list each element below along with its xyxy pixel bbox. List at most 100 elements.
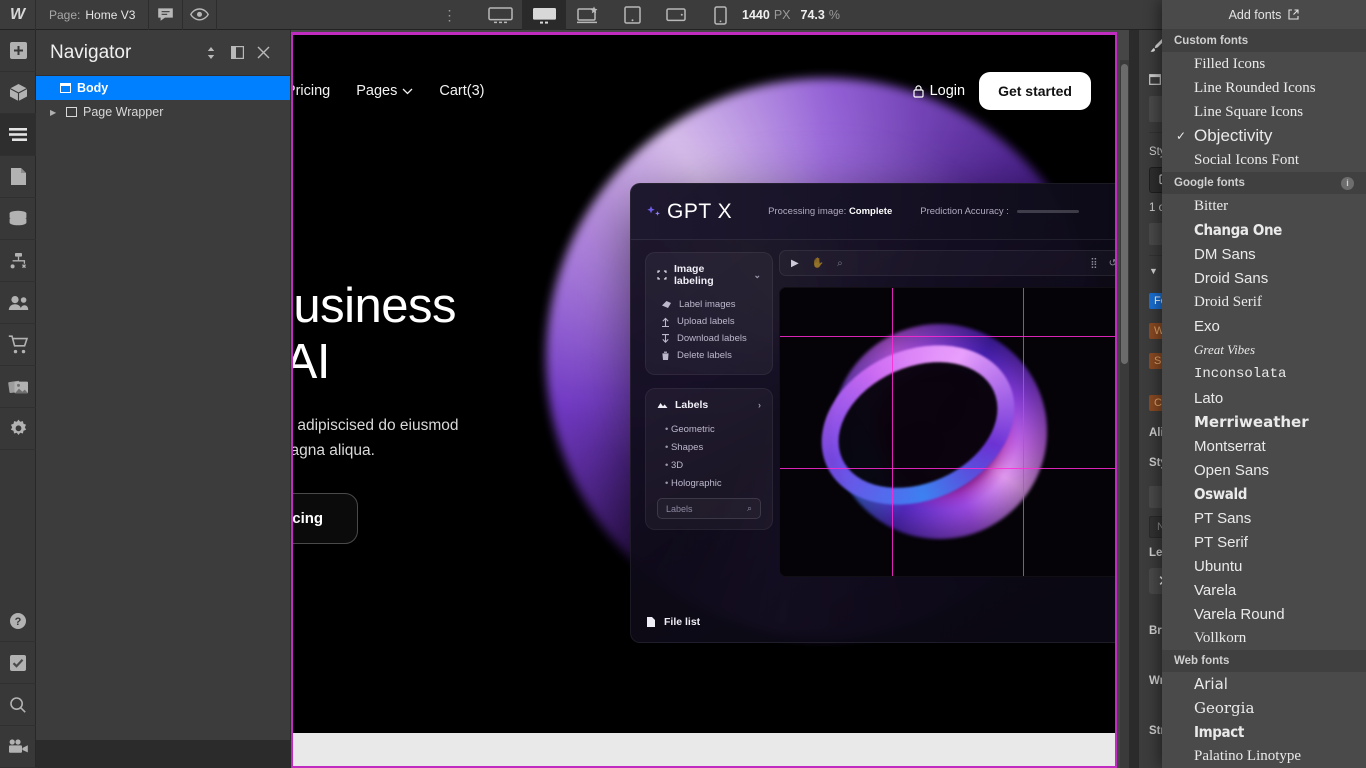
navigator-item-page-wrapper[interactable]: ▶ Page Wrapper [36,100,290,124]
breakpoint-tablet[interactable] [610,0,654,30]
sidebar-item-components[interactable] [0,72,36,114]
navigator-panel[interactable]: Navigator Body ▶ Page Wrapper [36,30,291,740]
nav-link-cart[interactable]: Cart(3) [439,83,484,99]
breakpoint-desktop-larger[interactable] [566,0,610,30]
eye-icon[interactable] [183,0,217,30]
sort-updown-icon[interactable] [198,40,224,66]
font-item-palatino-linotype[interactable]: Palatino Linotype [1162,744,1366,768]
canvas-scrollbar-thumb[interactable] [1121,64,1128,364]
login-button[interactable]: Login [913,83,965,99]
sidebar-item-assets[interactable] [0,366,36,408]
font-group-custom: Custom fonts [1162,30,1366,52]
sidebar-item-ecommerce[interactable] [0,324,36,366]
font-item-arial[interactable]: Arial [1162,672,1366,696]
font-item-droid-serif[interactable]: Droid Serif [1162,290,1366,314]
font-item-vollkorn[interactable]: Vollkorn [1162,626,1366,650]
font-item-exo[interactable]: Exo [1162,314,1366,338]
file-list-bar[interactable]: File list [630,601,1115,643]
canvas-viewport[interactable]: About Pricing Pages Cart(3) Login [291,30,1129,768]
comment-icon[interactable] [149,0,183,30]
sidebar-item-audit[interactable] [0,642,36,684]
canvas-scrollbar[interactable] [1120,60,1129,768]
font-item-filled-icons[interactable]: Filled Icons [1162,52,1366,76]
font-item-varela[interactable]: Varela [1162,578,1366,602]
images-icon [8,378,29,396]
nav-links: About Pricing Pages Cart(3) [293,83,484,99]
more-vertical-icon[interactable]: ⋮ [440,0,460,30]
processing-status: Processing image: Complete [768,206,892,217]
breakpoint-mobile[interactable] [698,0,742,30]
sidebar-item-settings[interactable] [0,408,36,450]
left-toolbar[interactable]: ? [0,30,36,768]
view-pricing-button[interactable]: View pricing [293,493,358,544]
sidebar-item-navigator[interactable] [0,114,36,156]
add-fonts-button[interactable]: Add fonts [1162,0,1366,30]
get-started-button[interactable]: Get started [979,72,1091,110]
gear-icon [9,419,28,438]
hero-section[interactable]: About Pricing Pages Cart(3) Login [293,35,1115,733]
breakpoint-desktop-wide[interactable] [478,0,522,30]
sidebar-item-users[interactable] [0,282,36,324]
font-item-line-rounded-icons[interactable]: Line Rounded Icons [1162,76,1366,100]
font-item-open-sans[interactable]: Open Sans [1162,458,1366,482]
font-item-pt-sans[interactable]: PT Sans [1162,506,1366,530]
crosshair-vertical-right [1023,288,1024,576]
site-navbar: About Pricing Pages Cart(3) Login [293,65,1115,117]
font-item-pt-serif[interactable]: PT Serif [1162,530,1366,554]
font-item-bitter[interactable]: Bitter [1162,194,1366,218]
font-item-social-icons-font[interactable]: Social Icons Font [1162,148,1366,172]
font-item-line-square-icons[interactable]: Line Square Icons [1162,100,1366,124]
font-item-inconsolata[interactable]: Inconsolata [1162,362,1366,386]
sidebar-item-video[interactable] [0,726,36,768]
page-selector[interactable]: Page: Home V3 [36,0,149,30]
close-icon[interactable] [250,40,276,66]
sidebar-item-add-elements[interactable] [0,30,36,72]
font-item-objectivity[interactable]: ✓ Objectivity [1162,124,1366,148]
info-icon[interactable]: i [1341,177,1354,190]
sidebar-item-pages[interactable] [0,156,36,198]
next-section[interactable] [293,733,1115,768]
font-item-georgia[interactable]: Georgia [1162,696,1366,720]
nav-link-pages-label: Pages [356,83,397,99]
gptx-toolbar[interactable]: ▶ ✋ ⌕ ⣿ ↺ [779,250,1115,276]
sidebar-item-search[interactable] [0,684,36,726]
zoom-icon[interactable]: ⌕ [837,258,843,269]
webflow-logo[interactable]: W [0,0,36,30]
font-item-varela-round[interactable]: Varela Round [1162,602,1366,626]
canvas-width-unit: PX [774,8,791,22]
image-canvas[interactable] [779,287,1115,577]
gptx-main-panel: ▶ ✋ ⌕ ⣿ ↺ [773,240,1115,643]
site-canvas[interactable]: About Pricing Pages Cart(3) Login [291,32,1117,768]
navigator-item-body[interactable]: Body [36,76,290,100]
chevron-right-icon[interactable]: ▶ [50,108,60,117]
font-dropdown-menu[interactable]: Add fonts Custom fonts Filled Icons Line… [1162,0,1366,768]
font-item-lato[interactable]: Lato [1162,386,1366,410]
canvas-size-zoom[interactable]: 1440 PX 74.3 % [742,0,840,30]
font-item-changa-one[interactable]: Changa One [1162,218,1366,242]
lock-icon [913,85,924,98]
font-item-dm-sans[interactable]: DM Sans [1162,242,1366,266]
hero-content: ne business vith AI t, consectetur adipi… [293,279,760,544]
plus-square-icon [9,41,28,60]
device-breakpoints[interactable] [478,0,742,30]
sidebar-item-logic[interactable] [0,240,36,282]
nav-link-pages[interactable]: Pages [356,83,413,99]
cursor-icon[interactable]: ▶ [791,258,799,269]
sidebar-item-cms[interactable] [0,198,36,240]
sidebar-item-help[interactable]: ? [0,600,36,642]
font-item-montserrat[interactable]: Montserrat [1162,434,1366,458]
font-item-droid-sans[interactable]: Droid Sans [1162,266,1366,290]
undo-icon[interactable]: ↺ [1109,258,1115,269]
panel-toggle-icon[interactable] [224,40,250,66]
font-item-ubuntu[interactable]: Ubuntu [1162,554,1366,578]
hand-icon[interactable]: ✋ [812,258,824,269]
font-item-impact[interactable]: Impact [1162,720,1366,744]
font-item-great-vibes[interactable]: Great Vibes [1162,338,1366,362]
font-item-merriweather[interactable]: Merriweather [1162,410,1366,434]
hero-heading-line1: ne business [293,279,760,335]
breakpoint-desktop[interactable] [522,0,566,30]
nav-link-pricing[interactable]: Pricing [293,83,330,99]
font-item-oswald[interactable]: Oswald [1162,482,1366,506]
grid-icon[interactable]: ⣿ [1090,258,1097,269]
breakpoint-mobile-landscape[interactable] [654,0,698,30]
